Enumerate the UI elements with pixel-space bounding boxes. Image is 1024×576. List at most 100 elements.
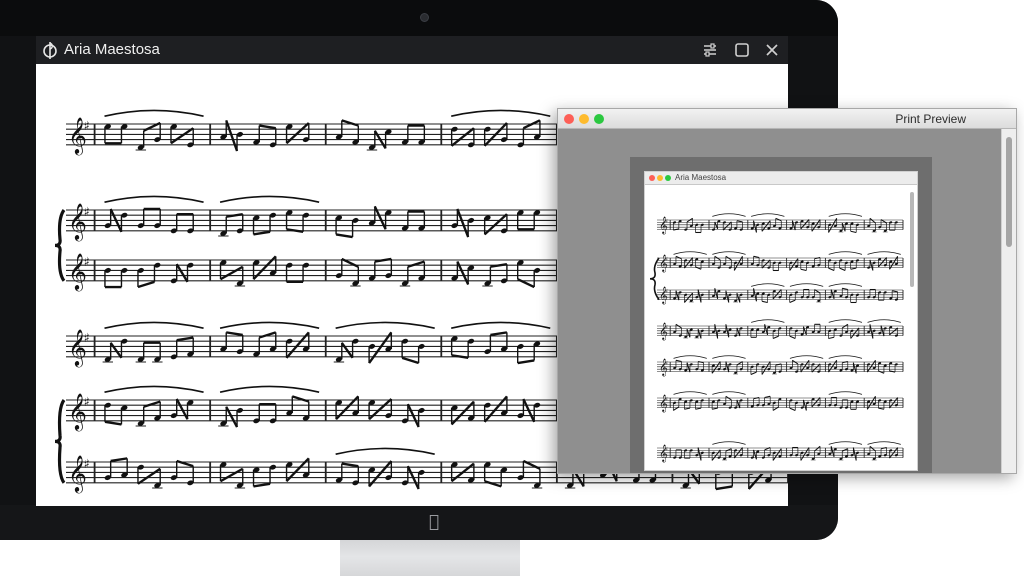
note-beam xyxy=(219,265,244,281)
note-beam xyxy=(286,228,304,233)
desktop-scene:  Aria Maestosa 𝄞♯𝄞♯𝄞♯𝄞♯𝄞♯𝄞 xyxy=(0,0,1024,576)
note-beam xyxy=(225,119,239,152)
note-beam xyxy=(225,406,239,428)
slur xyxy=(828,251,863,255)
print-preview-content: Aria Maestosa 𝄞 ♯ 𝄞 ♯ 𝄞 ♯ 𝄞 ♯ 𝄞 ♯ 𝄞 ♯ 𝄞 ♯ xyxy=(558,129,1016,473)
print-preview-window: Print Preview Aria Maestosa 𝄞 ♯ 𝄞 ♯ 𝄞 ♯ 𝄞 ♯ 𝄞 ♯ 𝄞 ♯… xyxy=(557,108,1017,474)
note-beam xyxy=(490,331,508,337)
key-signature-sharp: ♯ xyxy=(84,330,90,345)
note-beam xyxy=(880,446,887,450)
note-beam xyxy=(226,331,243,337)
slur xyxy=(219,385,320,393)
note-beam xyxy=(258,331,277,339)
note-beam xyxy=(789,335,796,339)
slur xyxy=(451,109,551,117)
slur xyxy=(751,319,785,323)
note-beam xyxy=(401,356,419,365)
note-beam xyxy=(814,256,821,260)
note-beam xyxy=(800,268,807,272)
preview-page-titlebar: Aria Maestosa xyxy=(645,172,917,185)
note-beam xyxy=(761,361,771,375)
slur xyxy=(828,319,863,323)
note-beam xyxy=(374,257,392,263)
note-beam xyxy=(341,119,359,127)
slur xyxy=(335,447,435,455)
note-beam xyxy=(143,400,161,408)
close-icon[interactable] xyxy=(762,40,782,60)
note-beam xyxy=(697,447,702,461)
slur xyxy=(104,321,204,329)
preview-page-score: 𝄞♯ 𝄞♯ 𝄞♯ 𝄞♯ 𝄞♯ 𝄞♯ 𝄞♯ xyxy=(649,213,904,462)
note-beam xyxy=(253,230,271,236)
note-beam xyxy=(842,448,848,452)
note-beam xyxy=(673,228,679,231)
note-beam xyxy=(137,280,155,289)
note-beam xyxy=(892,290,898,293)
scrollbar-thumb[interactable] xyxy=(1006,137,1012,247)
note-beam xyxy=(725,448,732,452)
slur xyxy=(335,321,435,329)
webcam xyxy=(420,13,429,22)
music-staff: 𝄞♯ xyxy=(657,355,904,376)
note-beam xyxy=(686,362,691,373)
note-beam xyxy=(714,324,719,339)
music-staff: 𝄞♯ xyxy=(657,283,904,304)
mini-minimize-dot xyxy=(657,175,663,181)
slur xyxy=(828,441,863,445)
note-beam xyxy=(828,336,835,340)
note-beam xyxy=(878,407,885,410)
note-beam xyxy=(789,299,796,303)
maximize-icon[interactable] xyxy=(732,40,752,60)
window-titlebar[interactable]: Aria Maestosa xyxy=(36,36,788,64)
note-beam xyxy=(800,447,810,461)
slur xyxy=(673,391,707,395)
key-signature-sharp: ♯ xyxy=(665,324,668,331)
slur xyxy=(219,195,320,203)
note-beam xyxy=(517,359,535,365)
note-beam xyxy=(291,395,310,403)
note-beam xyxy=(675,255,682,260)
note-beam xyxy=(852,447,857,461)
mini-close-dot xyxy=(649,175,655,181)
system-brace xyxy=(54,209,66,282)
key-signature-sharp: ♯ xyxy=(84,118,90,133)
note-beam xyxy=(842,360,848,364)
note-beam xyxy=(715,485,733,491)
system-brace xyxy=(649,257,660,301)
note-beam xyxy=(137,467,161,485)
key-signature-sharp: ♯ xyxy=(665,360,668,367)
note-beam xyxy=(484,480,502,488)
slur xyxy=(712,441,746,445)
note-beam xyxy=(712,407,718,410)
note-beam xyxy=(698,360,704,364)
slur xyxy=(712,213,746,217)
slur xyxy=(673,251,707,255)
print-preview-scrollbar[interactable] xyxy=(1001,129,1016,473)
note-beam xyxy=(175,398,189,420)
note-beam xyxy=(839,267,846,271)
music-staff: 𝄞♯ xyxy=(657,319,904,340)
key-signature-sharp: ♯ xyxy=(84,254,90,269)
slur xyxy=(712,251,746,255)
slur xyxy=(867,319,901,323)
note-beam xyxy=(335,233,353,239)
app-title: Aria Maestosa xyxy=(64,41,160,58)
treble-clef-logo-icon xyxy=(43,42,57,59)
settings-icon[interactable] xyxy=(700,40,720,60)
slur xyxy=(789,355,824,359)
slur xyxy=(104,195,204,203)
note-beam xyxy=(830,289,835,300)
note-beam xyxy=(889,327,899,336)
note-beam xyxy=(684,407,691,410)
print-preview-titlebar[interactable]: Print Preview xyxy=(558,109,1016,129)
note-beam xyxy=(695,407,702,410)
note-beam xyxy=(761,300,768,304)
note-beam xyxy=(869,324,874,339)
slur xyxy=(828,283,863,287)
note-beam xyxy=(753,449,757,460)
note-beam xyxy=(775,363,782,366)
note-beam xyxy=(490,263,508,268)
note-beam xyxy=(110,457,128,463)
note-beam xyxy=(407,260,425,268)
note-beam xyxy=(341,462,359,468)
